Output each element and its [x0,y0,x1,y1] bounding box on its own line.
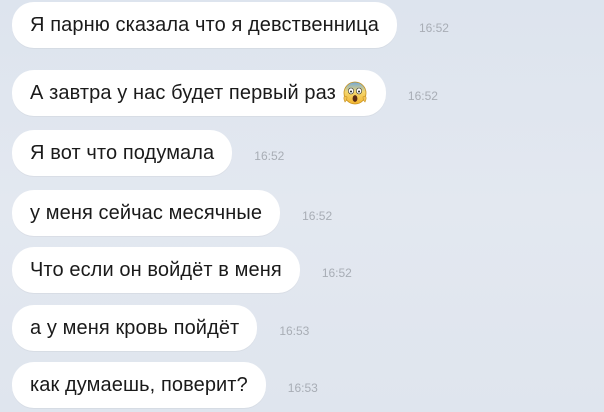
message-row: Что если он войдёт в меня 16:52 [2,247,352,293]
message-text: Я вот что подумала [30,141,215,164]
chat-thread: Я парню сказала что я девственница 16:52… [0,0,604,412]
message-timestamp: 16:52 [254,149,285,163]
message-bubble[interactable]: Я вот что подумала [1,130,233,176]
message-bubble[interactable]: у меня сейчас месячные [1,190,281,236]
message-bubble[interactable]: Что если он войдёт в меня [2,247,300,293]
message-bubble[interactable]: а у меня кровь пойдёт [1,305,258,351]
message-text: а у меня кровь пойдёт [30,316,240,339]
message-timestamp: 16:52 [302,209,333,223]
message-row: Я вот что подумала 16:52 [1,130,285,176]
message-text: Что если он войдёт в меня [30,258,282,281]
message-row: а у меня кровь пойдёт 16:53 [1,305,310,351]
message-bubble[interactable]: А завтра у нас будет первый раз [2,70,386,116]
message-timestamp: 16:53 [279,324,310,338]
message-row: Я парню сказала что я девственница 16:52 [2,2,449,48]
message-row: как думаешь, поверит? 16:53 [2,362,318,408]
message-text: А завтра у нас будет первый раз [30,81,336,104]
message-timestamp: 16:53 [287,381,318,395]
message-bubble[interactable]: Я парню сказала что я девственница [2,2,397,48]
message-bubble[interactable]: как думаешь, поверит? [2,362,266,408]
message-text: как думаешь, поверит? [30,373,248,396]
message-row: А завтра у нас будет первый раз 16:52 [2,70,438,116]
message-text: Я парню сказала что я девственница [30,13,379,36]
message-timestamp: 16:52 [407,89,438,103]
message-timestamp: 16:52 [418,21,449,35]
message-text: у меня сейчас месячные [30,201,263,224]
scream-emoji-icon [342,80,368,106]
message-row: у меня сейчас месячные 16:52 [1,190,333,236]
message-timestamp: 16:52 [321,266,352,280]
